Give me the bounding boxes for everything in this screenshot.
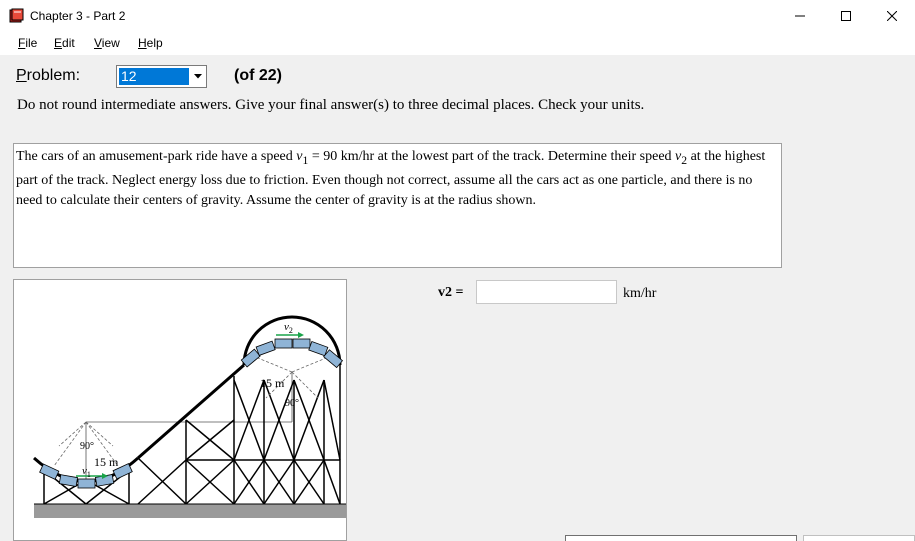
problem-count: (of 22) [234, 67, 282, 84]
menu-bar: File Edit View Help [0, 31, 915, 55]
close-icon [887, 10, 897, 21]
instructions-text: Do not round intermediate answers. Give … [17, 97, 645, 113]
bottom-button-secondary[interactable] [803, 535, 915, 541]
title-bar: Chapter 3 - Part 2 [0, 0, 915, 31]
top-radius-label: 15 m [260, 376, 285, 390]
maximize-icon [841, 10, 851, 21]
minimize-button[interactable] [777, 0, 823, 31]
bottom-button[interactable] [565, 535, 797, 541]
v1-label: v1 [82, 465, 91, 479]
menu-edit[interactable]: Edit [54, 36, 75, 50]
problem-figure: 15 m 90° 15 m 90° v1 v2 [13, 279, 347, 541]
window-title: Chapter 3 - Part 2 [30, 9, 126, 23]
dropdown-button[interactable] [190, 67, 205, 86]
v2-answer-input[interactable] [476, 280, 617, 304]
answer-unit: km/hr [623, 286, 657, 301]
maximize-button[interactable] [823, 0, 869, 31]
close-button[interactable] [869, 0, 915, 31]
menu-help[interactable]: Help [138, 36, 163, 50]
problem-statement: The cars of an amusement-park ride have … [13, 143, 782, 268]
app-book-icon [9, 8, 24, 23]
chevron-down-icon [194, 74, 202, 79]
bottom-radius-label: 15 m [94, 455, 119, 469]
problem-select[interactable]: 12 [116, 65, 207, 88]
problem-select-value: 12 [118, 67, 190, 86]
top-angle-label: 90° [285, 398, 299, 409]
roller-coaster-diagram: 15 m 90° 15 m 90° v1 v2 [32, 315, 346, 518]
bottom-angle-label: 90° [80, 441, 94, 452]
answer-label: v2 = [438, 285, 464, 300]
menu-view[interactable]: View [94, 36, 120, 50]
minimize-icon [795, 15, 805, 16]
v2-label: v2 [284, 321, 293, 335]
problem-label: Problem: [16, 67, 81, 84]
menu-file[interactable]: File [18, 36, 37, 50]
